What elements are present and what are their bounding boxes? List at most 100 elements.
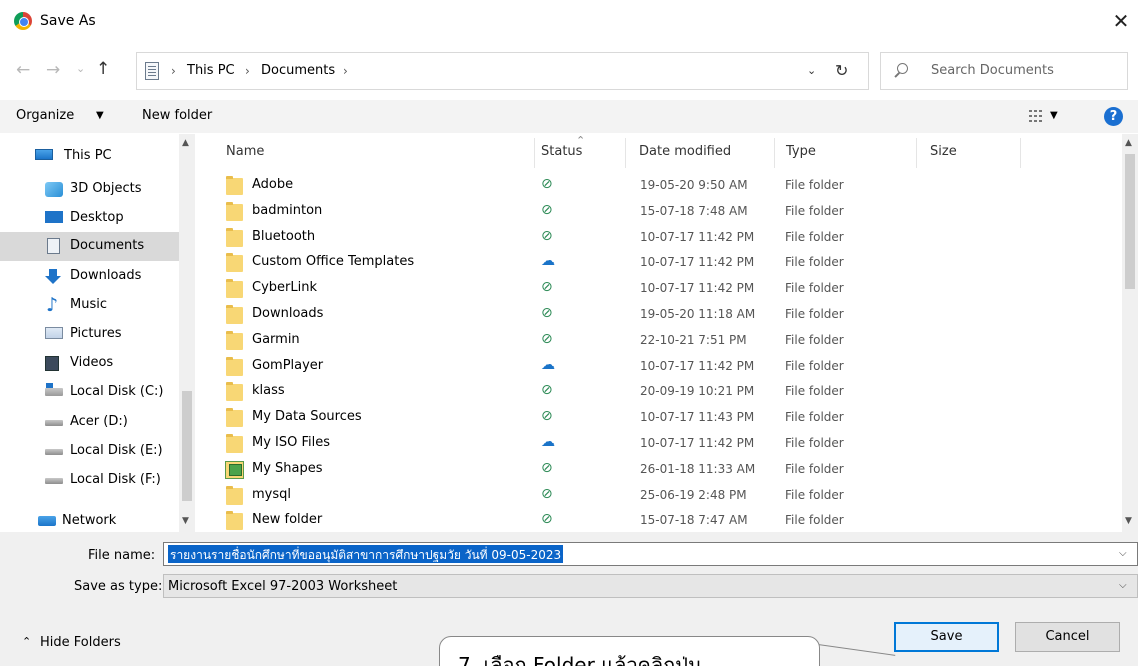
back-arrow-icon[interactable]: ← [16,60,30,80]
file-row[interactable]: badminton ⊘ 15-07-18 7:48 AM File folder [196,200,1116,226]
file-row[interactable]: GomPlayer ☁ 10-07-17 11:42 PM File folder [196,355,1116,381]
nav-item-network[interactable]: Network [0,507,180,532]
nav-item-desktop[interactable]: Desktop [0,204,180,233]
column-header-type[interactable]: Type [786,144,816,159]
nav-item-acer-d[interactable]: Acer (D:) [0,408,180,437]
column-divider[interactable] [625,138,626,168]
folder-icon [226,176,243,195]
nav-item-music[interactable]: Music [0,291,180,320]
breadcrumb-documents[interactable]: Documents [261,63,335,78]
hide-folders-button[interactable]: Hide Folders [40,635,121,650]
nav-item-downloads[interactable]: Downloads [0,262,180,291]
nav-item-label: Documents [70,238,145,253]
file-name: Adobe [252,177,294,192]
file-date-modified: 19-05-20 11:18 AM [640,307,756,321]
file-name-input[interactable]: รายงานรายชื่อนักศึกษาที่ขออนุมัติสาขาการ… [163,542,1138,566]
save-as-type-dropdown-icon[interactable]: ⌵ [1119,580,1127,591]
nav-item-pictures[interactable]: Pictures [0,320,180,349]
nav-item-label: Videos [70,355,114,370]
file-name: Garmin [252,331,300,347]
scrollbar-thumb[interactable] [182,391,192,501]
column-header-date-modified[interactable]: Date modified [639,144,731,159]
nav-pane-scrollbar[interactable]: ▲ ▼ [179,134,195,532]
file-row[interactable]: My Shapes ⊘ 26-01-18 11:33 AM File folder [196,458,1116,484]
nav-item-label: Network [62,513,117,528]
new-folder-button[interactable]: New folder [142,108,212,123]
view-options-icon[interactable] [1029,109,1043,123]
file-name-value[interactable]: รายงานรายชื่อนักศึกษาที่ขออนุมัติสาขาการ… [168,545,564,563]
file-type: File folder [785,229,844,244]
scroll-up-icon[interactable]: ▲ [182,138,189,148]
folder-icon [226,279,243,299]
help-icon[interactable]: ? [1104,107,1123,126]
nav-item-3d-objects[interactable]: 3D Objects [0,175,180,204]
search-placeholder[interactable]: Search Documents [931,63,1054,78]
up-arrow-icon[interactable]: ↑ [96,59,110,79]
command-toolbar: Organize ▼ New folder ▼ ? [0,100,1138,133]
file-row[interactable]: Bluetooth ⊘ 10-07-17 11:42 PM File folder [196,226,1116,252]
view-caret-icon[interactable]: ▼ [1050,110,1058,121]
scroll-down-icon[interactable]: ▼ [1125,516,1132,526]
search-box[interactable]: Search Documents [880,52,1128,90]
scroll-up-icon[interactable]: ▲ [1125,138,1132,148]
organize-button[interactable]: Organize [16,108,74,123]
synced-status-icon: ⊘ [541,485,553,502]
file-row[interactable]: My ISO Files ☁ 10-07-17 11:42 PM File folde… [196,432,1116,458]
refresh-icon[interactable]: ↻ [835,61,848,80]
synced-status-icon: ⊘ [541,382,553,399]
file-row[interactable]: mysql ⊘ 25-06-19 2:48 PM File folder [196,484,1116,510]
file-row[interactable]: Downloads ⊘ 19-05-20 11:18 AM File folder [196,303,1116,329]
nav-item-local-disk-f[interactable]: Local Disk (F:) [0,466,180,495]
column-header-status[interactable]: Status [541,144,582,159]
file-row[interactable]: klass ⊘ 20-09-19 10:21 PM File folder [196,380,1116,406]
nav-item-documents[interactable]: Documents [0,232,180,261]
breadcrumb-chevron-icon[interactable]: › [245,64,250,78]
scroll-down-icon[interactable]: ▼ [182,516,189,526]
file-type: File folder [785,436,844,450]
cancel-button[interactable]: Cancel [1015,622,1120,652]
save-as-type-label: Save as type: [74,579,163,594]
file-type: File folder [785,384,844,399]
organize-caret-icon[interactable]: ▼ [96,110,104,121]
close-button[interactable]: ✕ [1108,8,1134,34]
file-row[interactable]: Garmin ⊘ 22-10-21 7:51 PM File folder [196,329,1116,355]
forward-arrow-icon[interactable]: → [46,60,60,80]
file-row[interactable]: New folder ⊘ 15-07-18 7:47 AM File folder [196,509,1116,532]
nav-item-local-disk-e[interactable]: Local Disk (E:) [0,437,180,466]
column-divider[interactable] [1020,138,1021,168]
file-row[interactable]: Custom Office Templates ☁ 10-07-17 11:42 P… [196,251,1116,277]
address-bar[interactable]: › This PC › Documents › ⌄ ↻ [136,52,869,90]
instruction-callout: 7. เลือก Folder แล้วคลิกปุ่ม [439,636,820,666]
drive-icon [45,449,63,455]
breadcrumb-this-pc[interactable]: This PC [187,63,235,78]
folder-icon [226,201,243,221]
file-name-dropdown-icon[interactable]: ⌵ [1119,548,1127,559]
file-row[interactable]: CyberLink ⊘ 10-07-17 11:42 PM File folder [196,277,1116,303]
column-header-name[interactable]: Name [226,144,264,159]
nav-item-this-pc[interactable]: This PC [0,142,180,171]
synced-status-icon: ⊘ [541,227,553,244]
file-row[interactable]: Adobe ⊘ 19-05-20 9:50 AM File folder [196,174,1116,200]
column-divider[interactable] [534,138,535,168]
save-as-type-value[interactable]: Microsoft Excel 97-2003 Worksheet [168,579,397,594]
downloads-icon [45,269,63,284]
nav-item-label: Local Disk (C:) [70,384,164,399]
file-row[interactable]: My Data Sources ⊘ 10-07-17 11:43 PM File fo… [196,406,1116,432]
save-button[interactable]: Save [894,622,999,652]
scrollbar-thumb[interactable] [1125,154,1135,289]
nav-item-local-disk-c[interactable]: Local Disk (C:) [0,378,180,407]
column-header-size[interactable]: Size [930,144,957,159]
file-list-scrollbar[interactable]: ▲ ▼ [1122,134,1138,532]
file-date-modified: 15-07-18 7:47 AM [640,513,748,528]
address-dropdown-icon[interactable]: ⌄ [807,64,816,77]
cloud-status-icon: ☁ [541,253,555,270]
synced-status-icon: ⊘ [541,279,553,296]
file-type: File folder [785,513,844,528]
recent-locations-chevron-icon[interactable]: ⌄ [76,62,85,75]
breadcrumb-chevron-icon[interactable]: › [343,64,348,78]
column-divider[interactable] [916,138,917,168]
nav-item-videos[interactable]: Videos [0,349,180,378]
save-as-type-select[interactable]: Microsoft Excel 97-2003 Worksheet ⌵ [163,574,1138,598]
hide-folders-chevron-icon[interactable]: ⌃ [22,635,31,648]
column-divider[interactable] [774,138,775,168]
